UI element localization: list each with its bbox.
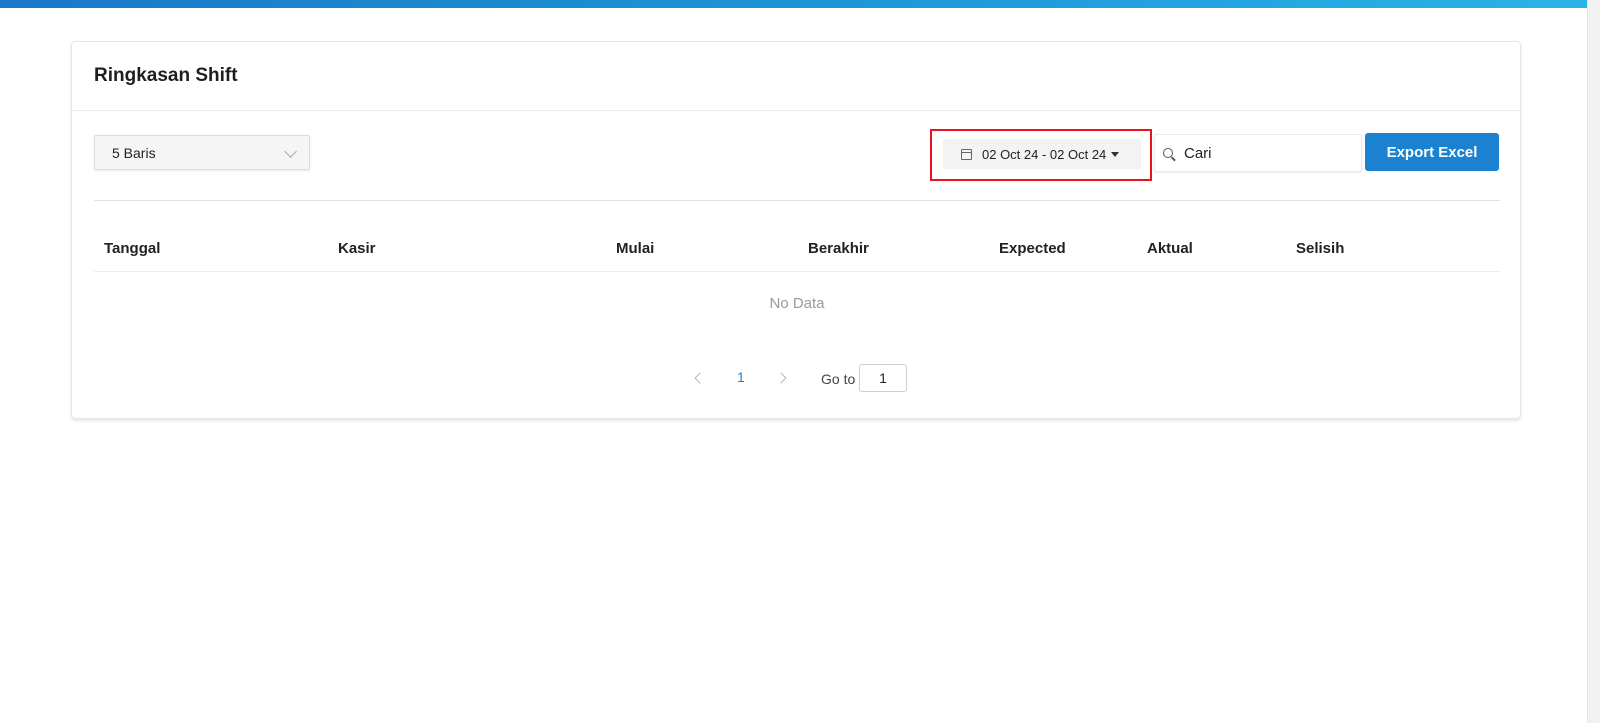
pagination: 1 Go to <box>72 364 1522 396</box>
goto-page-input[interactable] <box>859 364 907 392</box>
page-number-current[interactable]: 1 <box>737 369 745 385</box>
date-range-label: 02 Oct 24 - 02 Oct 24 <box>982 146 1107 162</box>
chevron-left-icon[interactable] <box>694 372 706 384</box>
page-scrollbar[interactable] <box>1587 0 1600 723</box>
date-range-picker[interactable]: 02 Oct 24 - 02 Oct 24 <box>943 139 1141 169</box>
chevron-down-icon <box>284 145 297 158</box>
calendar-icon <box>961 148 972 160</box>
empty-state-text: No Data <box>769 295 825 312</box>
caret-down-icon <box>1111 151 1120 157</box>
column-header-tanggal: Tanggal <box>104 240 161 257</box>
rows-per-page-value: 5 Baris <box>112 144 156 161</box>
column-header-selisih: Selisih <box>1296 240 1345 257</box>
export-excel-button[interactable]: Export Excel <box>1365 133 1499 171</box>
column-header-aktual: Aktual <box>1147 240 1193 257</box>
toolbar-divider <box>94 200 1500 201</box>
goto-label: Go to <box>821 371 856 387</box>
top-accent-bar <box>0 0 1588 8</box>
column-header-mulai: Mulai <box>616 240 655 257</box>
card-header: Ringkasan Shift <box>72 42 1520 111</box>
search-icon <box>1163 148 1173 158</box>
page-title: Ringkasan Shift <box>94 65 238 86</box>
table-header: Tanggal Kasir Mulai Berakhir Expected Ak… <box>94 228 1500 272</box>
rows-per-page-select[interactable]: 5 Baris <box>94 135 310 170</box>
chevron-right-icon[interactable] <box>775 372 787 384</box>
search-box[interactable] <box>1154 134 1362 172</box>
search-input[interactable] <box>1182 143 1346 163</box>
shift-summary-card: Ringkasan Shift 5 Baris 02 Oct 24 - 02 O… <box>71 41 1521 419</box>
column-header-kasir: Kasir <box>338 240 376 257</box>
column-header-expected: Expected <box>999 240 1066 257</box>
column-header-berakhir: Berakhir <box>808 240 869 257</box>
